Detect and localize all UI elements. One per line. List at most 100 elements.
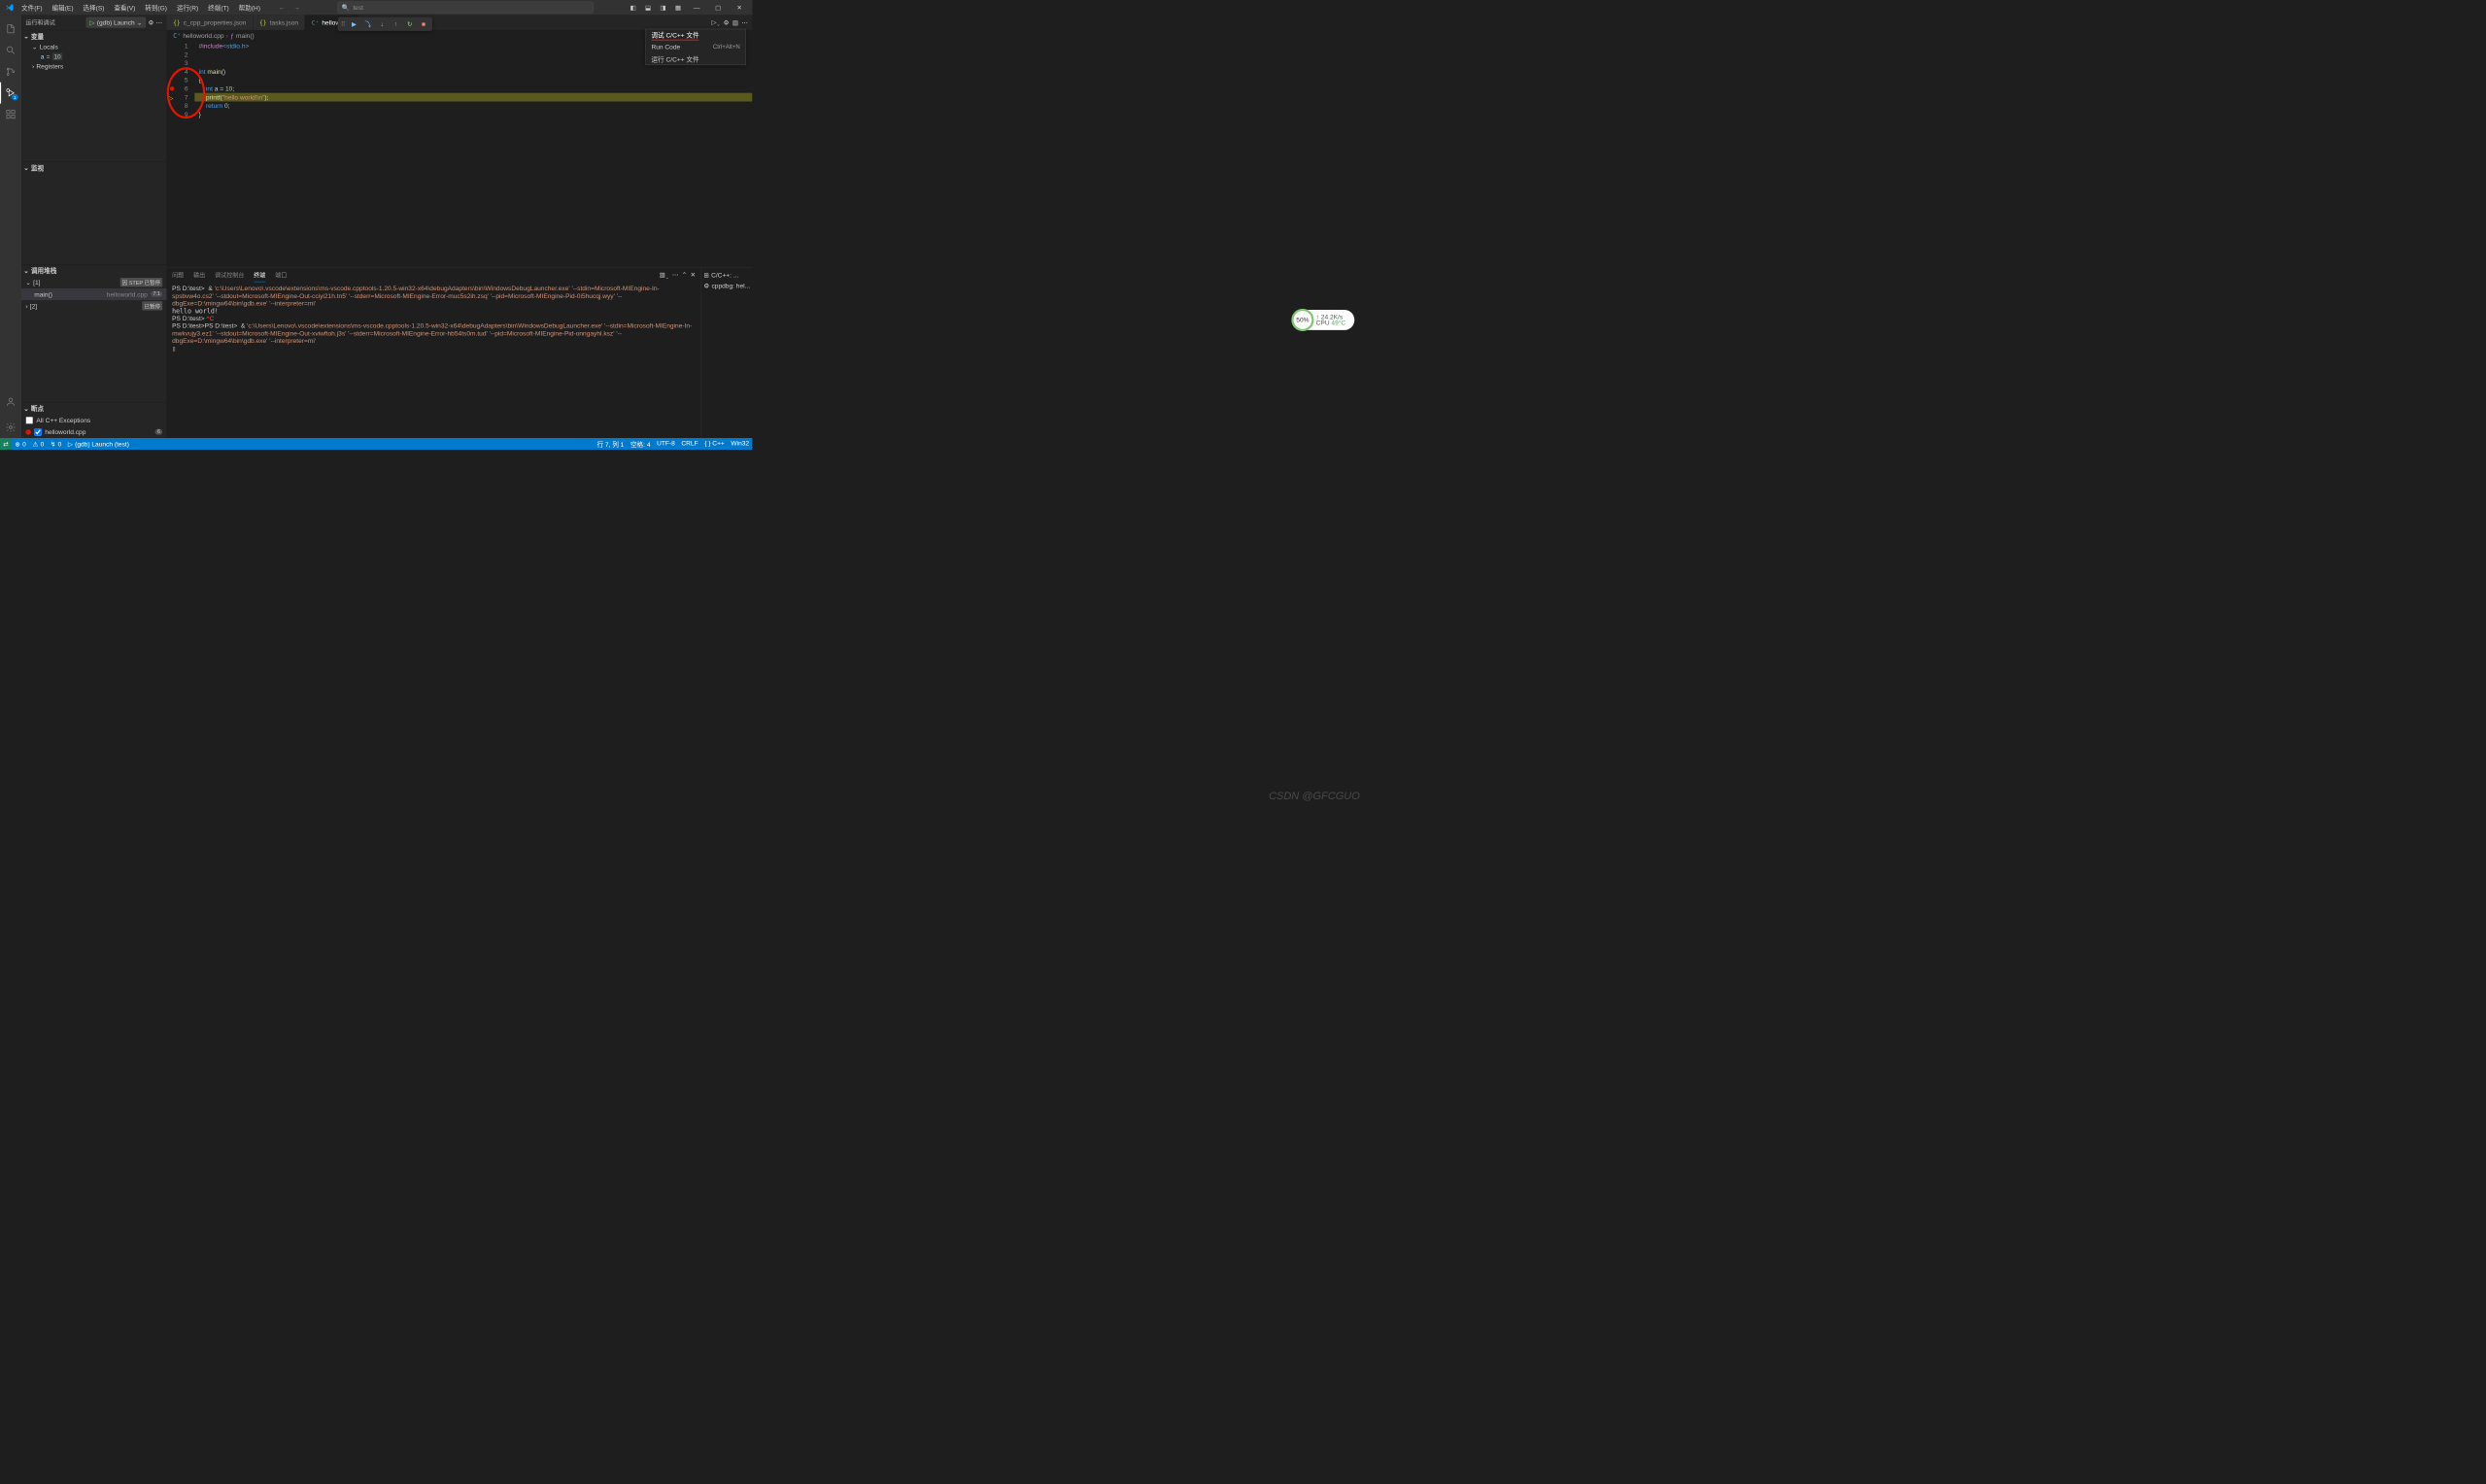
debug-step-over-icon[interactable]: ⤵ bbox=[361, 18, 374, 30]
callstack-frame[interactable]: main()helloworld.cpp7:1 bbox=[21, 288, 167, 300]
debug-continue-icon[interactable]: ▶ bbox=[348, 18, 360, 30]
title-bar: 文件(F)编辑(E)选择(S)查看(V)转到(G)运行(R)终端(T)帮助(H)… bbox=[0, 0, 752, 15]
panel-tab[interactable]: 问题 bbox=[172, 269, 184, 282]
window-close-icon[interactable]: ✕ bbox=[729, 0, 750, 15]
terminal-list-item[interactable]: ⚙cppdbg: hel... bbox=[703, 281, 750, 291]
callstack-thread[interactable]: [1]因 STEP 已暂停 bbox=[21, 277, 167, 288]
command-center-input[interactable]: 🔍 test bbox=[337, 2, 594, 14]
terminal-list: ⊞C/C++: ...⚙cppdbg: hel... bbox=[701, 268, 753, 438]
statusbar-item[interactable]: Win32 bbox=[728, 439, 752, 447]
perf-ring: 50% bbox=[1291, 309, 1313, 331]
nav-back-icon[interactable]: ← bbox=[275, 1, 288, 14]
panel-tab[interactable]: 调试控制台 bbox=[215, 269, 244, 282]
gear-icon[interactable]: ⚙ bbox=[724, 18, 730, 26]
section-breakpoints-header[interactable]: 断点 bbox=[21, 403, 167, 415]
panel-tab[interactable]: 终端 bbox=[254, 268, 265, 282]
code-line[interactable]: printf("hello world!\n"); bbox=[194, 93, 752, 102]
remote-indicator[interactable]: ⇄ bbox=[0, 438, 12, 450]
window-maximize-icon[interactable]: ▢ bbox=[707, 0, 729, 15]
statusbar-item[interactable]: ▷(gdb) Launch (test) bbox=[65, 440, 133, 448]
run-menu-item-runcode[interactable]: Run CodeCtrl+Alt+N bbox=[646, 41, 745, 52]
debug-stop-icon[interactable]: ■ bbox=[417, 18, 429, 30]
play-icon: ▷ bbox=[90, 18, 95, 26]
section-watch-header[interactable]: 监视 bbox=[21, 162, 167, 174]
terminal-output[interactable]: PS D:\test> & 'c:\Users\Lenovo\.vscode\e… bbox=[167, 283, 701, 438]
code-line[interactable]: int a = 10; bbox=[194, 84, 752, 93]
performance-widget[interactable]: 50% ↑ 24.2K/s CPU 49°C bbox=[1292, 310, 1354, 330]
callstack-thread[interactable]: [2]已暂停 bbox=[21, 300, 167, 312]
statusbar-item[interactable]: { } C++ bbox=[701, 439, 728, 447]
section-variables-header[interactable]: 变量 bbox=[21, 30, 167, 42]
more-icon[interactable]: ⋯ bbox=[156, 18, 163, 26]
code-editor[interactable]: 1234567▷89 #include<stdio.h>int main(){ … bbox=[167, 42, 753, 267]
activity-search-icon[interactable] bbox=[0, 40, 21, 61]
launch-config-select[interactable]: ▷ (gdb) Launch bbox=[86, 17, 147, 28]
activity-explorer-icon[interactable] bbox=[0, 18, 21, 40]
menu-item[interactable]: 编辑(E) bbox=[48, 1, 78, 15]
statusbar-item[interactable]: ⚠0 bbox=[29, 440, 47, 448]
menu-item[interactable]: 选择(S) bbox=[79, 1, 109, 15]
editor-tab[interactable]: {}tasks.json bbox=[254, 15, 306, 29]
code-line[interactable]: return 0; bbox=[194, 102, 752, 111]
activity-debug-icon[interactable]: 1 bbox=[0, 83, 21, 104]
variables-registers-header[interactable]: Registers bbox=[28, 61, 167, 71]
activity-scm-icon[interactable] bbox=[0, 61, 21, 83]
menu-item[interactable]: 文件(F) bbox=[17, 1, 47, 15]
activity-extensions-icon[interactable] bbox=[0, 104, 21, 125]
run-menu-item-run[interactable]: 运行 C/C++ 文件 bbox=[646, 52, 745, 64]
layout-customize-icon[interactable]: ▦ bbox=[672, 2, 684, 14]
panel-tab[interactable]: 端口 bbox=[275, 269, 287, 282]
run-dropdown-icon[interactable]: ▷⌄ bbox=[712, 18, 721, 27]
file-icon: {} bbox=[259, 19, 266, 26]
terminal-list-item[interactable]: ⊞C/C++: ... bbox=[703, 270, 750, 281]
variable-row[interactable]: a = 10 bbox=[28, 51, 167, 61]
statusbar-item[interactable]: 行 7, 列 1 bbox=[594, 439, 627, 448]
window-minimize-icon[interactable]: — bbox=[686, 0, 707, 15]
function-icon: ƒ bbox=[230, 32, 234, 40]
nav-forward-icon[interactable]: → bbox=[290, 1, 303, 14]
breakpoint-checkbox[interactable] bbox=[25, 417, 33, 424]
variables-locals-header[interactable]: Locals bbox=[28, 42, 167, 51]
code-line[interactable]: } bbox=[194, 110, 752, 118]
statusbar-item[interactable]: UTF-8 bbox=[654, 439, 678, 447]
breakpoint-dot-icon bbox=[25, 429, 31, 435]
menu-item[interactable]: 查看(V) bbox=[110, 1, 140, 15]
panel-layout-icon[interactable]: ▥⌄ bbox=[660, 271, 669, 280]
statusbar-item[interactable]: ⊗0 bbox=[12, 440, 29, 448]
section-callstack-header[interactable]: 调用堆栈 bbox=[21, 265, 167, 277]
activity-settings-icon[interactable] bbox=[0, 417, 21, 438]
split-editor-icon[interactable]: ▥ bbox=[732, 18, 738, 26]
debug-restart-icon[interactable]: ↻ bbox=[403, 18, 416, 30]
menu-item[interactable]: 运行(R) bbox=[172, 1, 202, 15]
breakpoint-item[interactable]: All C++ Exceptions bbox=[21, 415, 167, 426]
statusbar-item[interactable]: ↯0 bbox=[48, 440, 65, 448]
status-bar: ⇄ ⊗0⚠0↯0▷(gdb) Launch (test) 行 7, 列 1空格:… bbox=[0, 438, 752, 450]
panel-tab[interactable]: 输出 bbox=[193, 269, 205, 282]
code-line[interactable]: { bbox=[194, 76, 752, 84]
editor-tab[interactable]: {}c_cpp_properties.json bbox=[167, 15, 254, 29]
debug-toolbar: ⠿ ▶ ⤵ ↓ ↑ ↻ ■ bbox=[338, 17, 432, 31]
menu-item[interactable]: 转到(G) bbox=[141, 1, 172, 15]
gear-icon[interactable]: ⚙ bbox=[148, 18, 153, 26]
menu-item[interactable]: 帮助(H) bbox=[234, 1, 264, 15]
file-icon: C⁺ bbox=[312, 19, 319, 26]
more-icon[interactable]: ⋯ bbox=[741, 18, 748, 26]
debug-step-into-icon[interactable]: ↓ bbox=[376, 18, 389, 30]
layout-sidebar-right-icon[interactable]: ◨ bbox=[658, 2, 669, 14]
layout-sidebar-left-icon[interactable]: ◧ bbox=[628, 2, 639, 14]
debug-step-out-icon[interactable]: ↑ bbox=[390, 18, 402, 30]
code-line[interactable]: int main() bbox=[194, 67, 752, 76]
menu-item[interactable]: 终端(T) bbox=[204, 1, 233, 15]
breakpoint-glyph-icon[interactable] bbox=[170, 86, 174, 90]
statusbar-item[interactable]: 空格: 4 bbox=[628, 439, 654, 448]
drag-handle-icon[interactable]: ⠿ bbox=[340, 20, 347, 28]
breakpoint-item[interactable]: helloworld.cpp6 bbox=[21, 426, 167, 438]
panel-close-icon[interactable]: ✕ bbox=[691, 271, 697, 280]
more-icon[interactable]: ⋯ bbox=[672, 271, 679, 280]
statusbar-item[interactable]: CRLF bbox=[678, 439, 701, 447]
run-menu-item-debug[interactable]: 调试 C/C++ 文件 bbox=[646, 29, 745, 41]
activity-account-icon[interactable] bbox=[0, 391, 21, 413]
panel-collapse-icon[interactable]: ⌃ bbox=[682, 271, 688, 280]
layout-panel-icon[interactable]: ⬓ bbox=[642, 2, 654, 14]
breakpoint-checkbox[interactable] bbox=[34, 428, 42, 436]
